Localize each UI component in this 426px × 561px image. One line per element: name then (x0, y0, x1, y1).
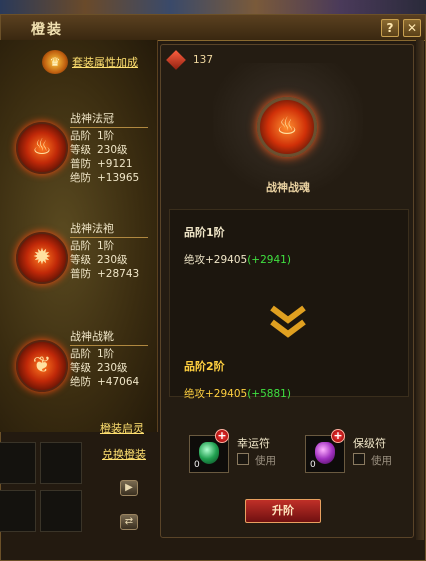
material-count-value: 137 (193, 54, 214, 66)
inventory-slot[interactable] (0, 490, 36, 532)
title-bar: 橙装 ? ✕ (1, 15, 425, 41)
crown-icon: ♨ (16, 122, 68, 174)
equipment-item-crown[interactable]: ♨ 战神法冠 品阶 1阶 等级 230级 普防 +9121 绝防 +13965 (14, 110, 154, 200)
material-count: 137 (166, 50, 214, 70)
protect-charm-checkbox[interactable] (353, 453, 365, 465)
item-stat-row: 绝防 +13965 (70, 172, 140, 184)
item-stat-row: 普防 +28743 (70, 268, 140, 280)
equipment-item-boots[interactable]: ❦ 战神战靴 品阶 1阶 等级 230级 绝防 +47064 (14, 328, 154, 418)
add-luck-charm-button[interactable]: + (215, 429, 229, 443)
chevron-down-icon (270, 305, 306, 338)
set-bonus-label: 套装属性加成 (72, 56, 138, 69)
close-button[interactable]: ✕ (403, 19, 421, 37)
luck-charm-name: 幸运符 (237, 437, 270, 450)
current-stat: 绝攻+29405(+2941) (184, 254, 291, 266)
soul-gem-icon (166, 50, 186, 70)
item-stat-row: 品阶 1阶 (70, 130, 115, 142)
inventory-slot[interactable] (0, 442, 36, 484)
equipment-item-robe[interactable]: ✹ 战神法袍 品阶 1阶 等级 230级 普防 +28743 (14, 220, 154, 310)
next-page-icon[interactable]: ▶ (120, 480, 138, 496)
protect-charm-use-label: 使用 (371, 455, 392, 467)
item-stat-row: 绝防 +47064 (70, 376, 140, 388)
item-name: 战神法袍 (70, 220, 148, 238)
luck-charm-use-label: 使用 (255, 455, 276, 467)
inventory-slot[interactable] (40, 490, 82, 532)
inventory-slot[interactable] (40, 442, 82, 484)
item-stat-row: 等级 230级 (70, 362, 128, 374)
current-grade-label: 品阶1阶 (184, 226, 225, 239)
luck-charm: 0 + 幸运符 使用 (181, 429, 277, 473)
luck-charm-count: 0 (194, 460, 200, 470)
grade-stats-box: 品阶1阶 绝攻+29405(+2941) 品阶2阶 绝攻+29405(+5881… (169, 209, 409, 400)
item-name: 战神法冠 (70, 110, 148, 128)
protect-charm-icon (315, 442, 335, 464)
item-stat-row: 品阶 1阶 (70, 240, 115, 252)
awaken-link[interactable]: 橙装启灵 (100, 420, 144, 436)
protect-charm-name: 保级符 (353, 437, 386, 450)
swap-icon[interactable]: ⇄ (120, 514, 138, 530)
luck-charm-checkbox[interactable] (237, 453, 249, 465)
item-stat-row: 等级 230级 (70, 254, 128, 266)
next-stat: 绝攻+29405(+5881) (184, 388, 291, 400)
item-stat-row: 普防 +9121 (70, 158, 133, 170)
window-title: 橙装 (31, 22, 63, 38)
item-name: 战神战靴 (70, 328, 148, 346)
equipment-list-panel: ♛ 套装属性加成 ♨ 战神法冠 品阶 1阶 等级 230级 普防 +9121 绝防 +1… (0, 40, 158, 435)
protect-charm-count: 0 (310, 460, 316, 470)
protect-charm: 0 + 保级符 使用 (297, 429, 393, 473)
war-soul-orb-icon: ♨ (257, 97, 317, 157)
item-stat-row: 品阶 1阶 (70, 348, 115, 360)
robe-icon: ✹ (16, 232, 68, 284)
luck-charm-icon (199, 442, 219, 464)
game-hud-strip (0, 0, 426, 14)
exchange-link[interactable]: 兑换橙装 (102, 446, 146, 462)
war-soul-name: 战神战魂 (266, 181, 310, 194)
boots-icon: ❦ (16, 340, 68, 392)
add-protect-charm-button[interactable]: + (331, 429, 345, 443)
upgrade-button[interactable]: 升阶 (245, 499, 321, 523)
window-right-edge (416, 40, 424, 540)
set-bonus-link[interactable]: ♛ 套装属性加成 (42, 50, 138, 74)
help-button[interactable]: ? (381, 19, 399, 37)
next-grade-label: 品阶2阶 (184, 360, 225, 373)
set-bonus-icon: ♛ (42, 50, 68, 74)
upgrade-panel: 137 ♨ 战神战魂 品阶1阶 绝攻+29405(+2941) 品阶2阶 绝攻+… (160, 44, 414, 538)
item-stat-row: 等级 230级 (70, 144, 128, 156)
